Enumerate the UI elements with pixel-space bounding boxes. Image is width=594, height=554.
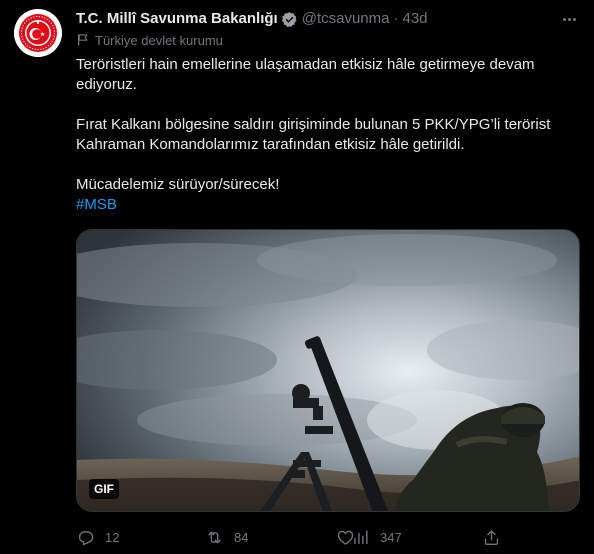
gif-image bbox=[77, 230, 579, 511]
separator-dot: · bbox=[393, 10, 399, 27]
handle[interactable]: @tcsavunma bbox=[302, 9, 390, 29]
views-chart-icon bbox=[354, 529, 368, 544]
tweet-paragraph-3: Mücadelemiz sürüyor/sürecek! bbox=[76, 176, 280, 193]
reply-icon bbox=[78, 530, 94, 545]
views-count: 347 bbox=[380, 529, 402, 545]
share-icon bbox=[484, 529, 499, 545]
account-label[interactable]: Türkiye devlet kurumu bbox=[76, 31, 223, 49]
verified-badge-icon bbox=[281, 11, 298, 28]
tweet-paragraph-2: Fırat Kalkanı bölgesine saldırı girişimi… bbox=[76, 116, 551, 153]
account-label-text: Türkiye devlet kurumu bbox=[95, 32, 223, 48]
views-button[interactable]: 347 bbox=[351, 525, 402, 549]
gif-media[interactable] bbox=[76, 229, 580, 512]
timestamp[interactable]: 43d bbox=[402, 9, 427, 29]
retweet-icon bbox=[208, 531, 221, 543]
hashtag-link[interactable]: #MSB bbox=[76, 196, 117, 213]
reply-count: 12 bbox=[105, 529, 120, 545]
retweet-button[interactable]: 84 bbox=[205, 525, 248, 549]
action-bar: 12 84 347 bbox=[76, 525, 580, 549]
tweet[interactable]: T.C. Millî Savunma Bakanlığı @tcsavunma … bbox=[0, 0, 594, 554]
ministry-seal-icon bbox=[14, 9, 62, 57]
reply-button[interactable]: 12 bbox=[76, 525, 119, 549]
gif-badge: GIF bbox=[89, 479, 119, 499]
flag-icon bbox=[78, 34, 88, 46]
tweet-paragraph-1: Teröristleri hain emellerine ulaşamadan … bbox=[76, 56, 535, 93]
share-button[interactable] bbox=[482, 525, 501, 549]
tweet-text: Teröristleri hain emellerine ulaşamadan … bbox=[76, 55, 576, 215]
retweet-count: 84 bbox=[234, 529, 249, 545]
avatar[interactable] bbox=[14, 9, 62, 57]
display-name[interactable]: T.C. Millî Savunma Bakanlığı bbox=[76, 9, 278, 29]
tweet-header: T.C. Millî Savunma Bakanlığı @tcsavunma … bbox=[76, 9, 428, 29]
more-options-icon[interactable] bbox=[558, 9, 580, 29]
